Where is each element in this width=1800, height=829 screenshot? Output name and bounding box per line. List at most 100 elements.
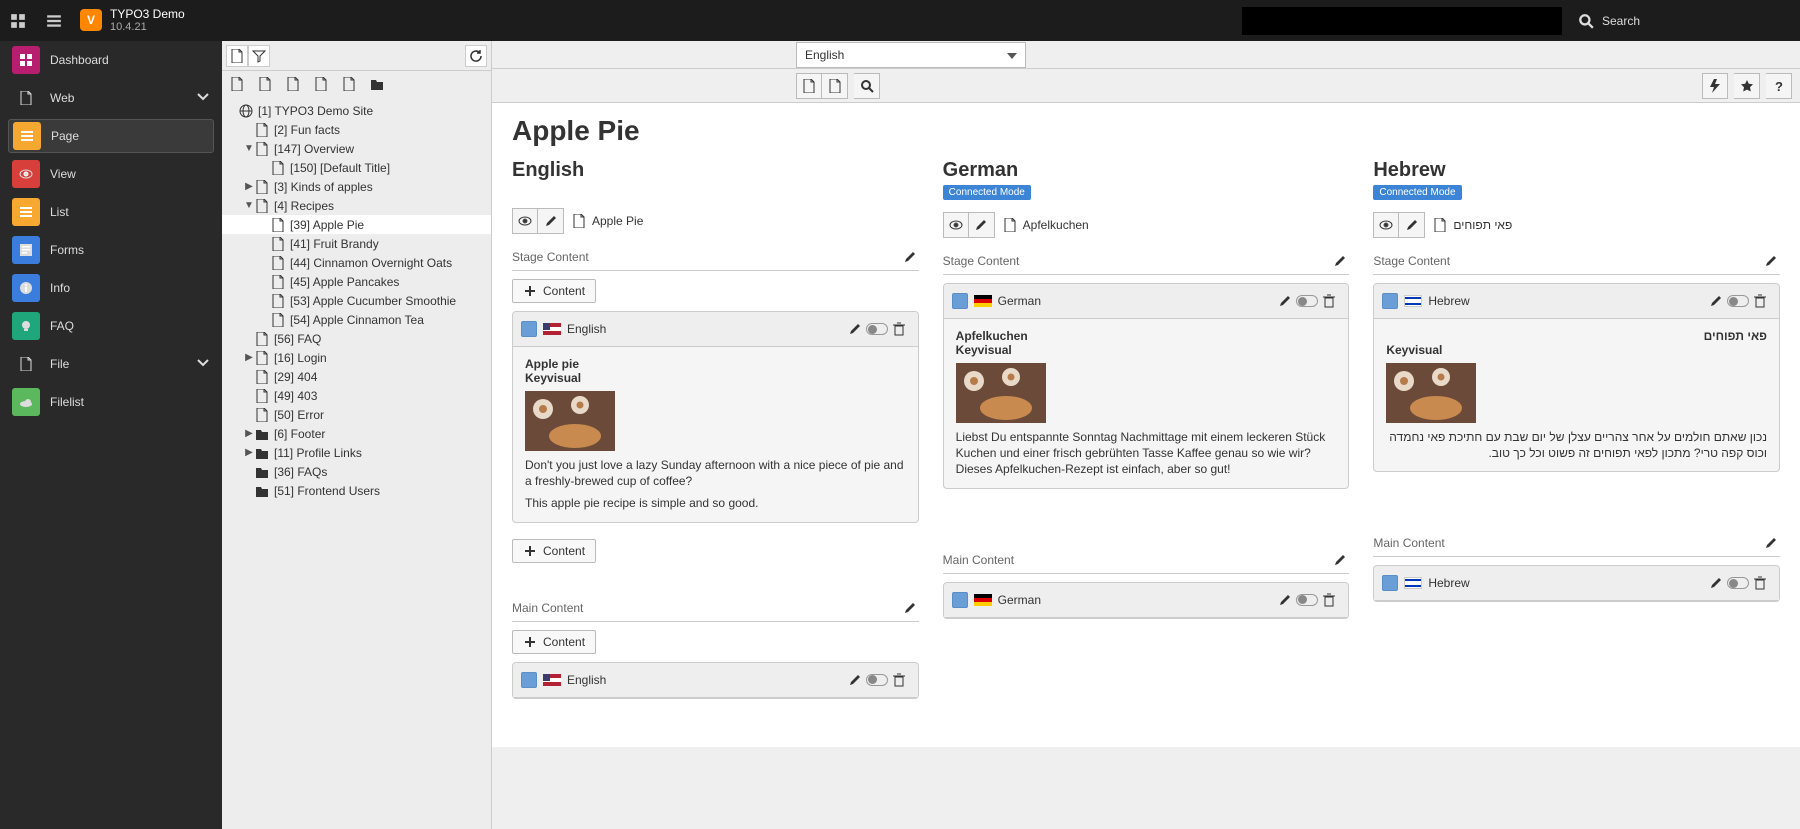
- section-edit-icon[interactable]: [901, 599, 919, 617]
- help-button[interactable]: [1766, 73, 1792, 99]
- doctype-page-icon[interactable]: [226, 73, 248, 95]
- tree-node[interactable]: ▶[3] Kinds of apples: [222, 177, 491, 196]
- module-info[interactable]: Info: [0, 269, 222, 307]
- tree-toggle-icon[interactable]: ▼: [244, 200, 254, 211]
- tree-node[interactable]: [44] Cinnamon Overnight Oats: [222, 253, 491, 272]
- edit-ce-button[interactable]: [1705, 290, 1727, 312]
- toggle-ce-button[interactable]: [1296, 589, 1318, 611]
- content-element[interactable]: Hebrew: [1373, 565, 1780, 602]
- app-switcher-icon[interactable]: [0, 0, 36, 41]
- tree-node[interactable]: [29] 404: [222, 367, 491, 386]
- tree-node[interactable]: [49] 403: [222, 386, 491, 405]
- content-element[interactable]: German Apfelkuchen Keyvisual Liebst: [943, 283, 1350, 489]
- add-content-button[interactable]: Content: [512, 630, 596, 654]
- content-element[interactable]: German: [943, 582, 1350, 619]
- tree-node[interactable]: [39] Apple Pie: [222, 215, 491, 234]
- delete-ce-button[interactable]: [888, 669, 910, 691]
- view-page-button[interactable]: [943, 212, 969, 238]
- add-content-button[interactable]: Content: [512, 539, 596, 563]
- tree-node[interactable]: [56] FAQ: [222, 329, 491, 348]
- content-element[interactable]: English Apple pie Keyvisual Don't yo: [512, 311, 919, 523]
- tree-node[interactable]: ▶[11] Profile Links: [222, 443, 491, 462]
- tree-node[interactable]: [51] Frontend Users: [222, 481, 491, 500]
- tree-node[interactable]: [41] Fruit Brandy: [222, 234, 491, 253]
- section-edit-icon[interactable]: [1762, 534, 1780, 552]
- edit-page-button[interactable]: [538, 208, 564, 234]
- toggle-ce-button[interactable]: [1296, 290, 1318, 312]
- content-element[interactable]: Hebrew פאי תפוחים Keyvisual נכון שאת: [1373, 283, 1780, 472]
- edit-ce-button[interactable]: [1274, 589, 1296, 611]
- delete-ce-button[interactable]: [1749, 572, 1771, 594]
- module-group-file[interactable]: File: [0, 345, 222, 383]
- edit-ce-button[interactable]: [844, 669, 866, 691]
- section-edit-icon[interactable]: [1331, 551, 1349, 569]
- doctype-icon[interactable]: [282, 73, 304, 95]
- section-edit-icon[interactable]: [1762, 252, 1780, 270]
- edit-page-button[interactable]: [1399, 212, 1425, 238]
- module-dashboard[interactable]: Dashboard: [0, 41, 222, 79]
- new-page-button[interactable]: [226, 45, 248, 67]
- module-list[interactable]: List: [0, 193, 222, 231]
- tree-node[interactable]: [53] Apple Cucumber Smoothie: [222, 291, 491, 310]
- view-page-button[interactable]: [512, 208, 538, 234]
- flag-il-icon: [1404, 295, 1422, 307]
- page-icon: [270, 160, 286, 176]
- doctype-icon[interactable]: [310, 73, 332, 95]
- delete-ce-button[interactable]: [1318, 589, 1340, 611]
- logo-block[interactable]: V TYPO3 Demo 10.4.21: [72, 7, 197, 35]
- tree-toggle-icon[interactable]: ▶: [244, 447, 254, 458]
- edit-ce-button[interactable]: [1705, 572, 1727, 594]
- toolbar-button[interactable]: [796, 73, 822, 99]
- bookmark-button[interactable]: [1734, 73, 1760, 99]
- delete-ce-button[interactable]: [1318, 290, 1340, 312]
- refresh-button[interactable]: [465, 45, 487, 67]
- toggle-ce-button[interactable]: [1727, 290, 1749, 312]
- tree-toggle-icon[interactable]: ▶: [244, 352, 254, 363]
- cache-button[interactable]: [1702, 73, 1728, 99]
- filter-button[interactable]: [248, 45, 270, 67]
- add-content-button[interactable]: Content: [512, 279, 596, 303]
- content-element[interactable]: English: [512, 662, 919, 699]
- tree-node[interactable]: [50] Error: [222, 405, 491, 424]
- tree-node[interactable]: ▶ [16] Login: [222, 348, 491, 367]
- tree-toggle-icon[interactable]: ▼: [244, 143, 254, 154]
- section-edit-icon[interactable]: [901, 248, 919, 266]
- edit-ce-button[interactable]: [844, 318, 866, 340]
- tree-node[interactable]: [1] TYPO3 Demo Site: [222, 101, 491, 120]
- module-faq[interactable]: FAQ: [0, 307, 222, 345]
- tree-node[interactable]: [54] Apple Cinnamon Tea: [222, 310, 491, 329]
- doctype-icon[interactable]: [338, 73, 360, 95]
- edit-ce-button[interactable]: [1274, 290, 1296, 312]
- language-select[interactable]: English: [796, 42, 1026, 68]
- edit-page-button[interactable]: [969, 212, 995, 238]
- tree-node[interactable]: ▼[4] Recipes: [222, 196, 491, 215]
- tree-node-label: [16] Login: [274, 351, 327, 365]
- tree-node[interactable]: [2] Fun facts: [222, 120, 491, 139]
- toggle-ce-button[interactable]: [1727, 572, 1749, 594]
- view-page-button[interactable]: [1373, 212, 1399, 238]
- section-edit-icon[interactable]: [1331, 252, 1349, 270]
- toggle-ce-button[interactable]: [866, 318, 888, 340]
- tree-toggle-icon[interactable]: ▶: [244, 181, 254, 192]
- omnibox-field[interactable]: [1242, 7, 1562, 35]
- module-forms[interactable]: Forms: [0, 231, 222, 269]
- delete-ce-button[interactable]: [1749, 290, 1771, 312]
- search-button[interactable]: [854, 73, 880, 99]
- tree-node[interactable]: [36] FAQs: [222, 462, 491, 481]
- tree-node[interactable]: ▼[147] Overview: [222, 139, 491, 158]
- module-filelist[interactable]: Filelist: [0, 383, 222, 421]
- module-page[interactable]: Page: [8, 119, 214, 153]
- tree-node[interactable]: [150] [Default Title]: [222, 158, 491, 177]
- tree-toggle-icon[interactable]: ▶: [244, 428, 254, 439]
- toggle-ce-button[interactable]: [866, 669, 888, 691]
- bookmarks-icon[interactable]: [36, 0, 72, 41]
- delete-ce-button[interactable]: [888, 318, 910, 340]
- tree-node[interactable]: [45] Apple Pancakes: [222, 272, 491, 291]
- tree-node[interactable]: ▶[6] Footer: [222, 424, 491, 443]
- module-view[interactable]: View: [0, 155, 222, 193]
- search-button[interactable]: Search: [1578, 13, 1640, 29]
- doctype-icon[interactable]: [254, 73, 276, 95]
- doctype-folder-icon[interactable]: [366, 73, 388, 95]
- toolbar-button[interactable]: [822, 73, 848, 99]
- module-group-web[interactable]: Web: [0, 79, 222, 117]
